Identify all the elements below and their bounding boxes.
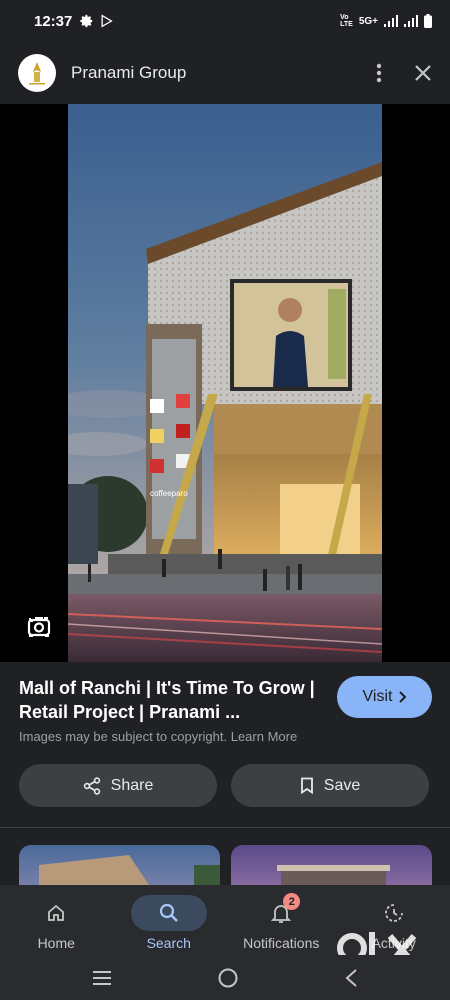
nav-search-label: Search xyxy=(146,935,191,951)
status-time: 12:37 xyxy=(34,12,73,30)
nav-home-label: Home xyxy=(37,935,75,951)
nav-notifications[interactable]: 2 Notifications xyxy=(225,885,338,955)
more-vert-icon[interactable] xyxy=(376,63,382,83)
back-icon[interactable] xyxy=(344,968,358,988)
settings-icon xyxy=(80,14,93,28)
share-label: Share xyxy=(110,776,154,794)
activity-icon xyxy=(384,904,403,922)
nav-search[interactable]: Search xyxy=(113,885,226,955)
source-header: Pranami Group xyxy=(0,42,450,104)
battery-icon xyxy=(424,14,432,28)
save-button[interactable]: Save xyxy=(231,764,429,807)
nav-notifications-label: Notifications xyxy=(243,935,320,951)
mall-building-image: coffeeparo xyxy=(68,104,382,662)
volte-icon: Vo LTE xyxy=(340,14,353,28)
system-navigation xyxy=(0,955,450,1000)
copyright-notice[interactable]: Images may be subject to copyright. Lear… xyxy=(19,729,297,744)
image-preview: coffeeparo xyxy=(0,104,450,662)
visit-button[interactable]: Visit xyxy=(337,676,432,718)
share-icon xyxy=(83,776,100,795)
recents-menu-icon[interactable] xyxy=(92,970,112,986)
home-circle-icon[interactable] xyxy=(217,967,239,989)
chevron-right-icon xyxy=(399,691,407,703)
pranami-logo-icon xyxy=(29,62,45,85)
signal-icon xyxy=(384,15,398,27)
share-button[interactable]: Share xyxy=(19,764,217,807)
related-image-thumbnail[interactable] xyxy=(19,845,220,885)
visit-label: Visit xyxy=(362,688,393,705)
play-store-icon xyxy=(101,14,114,28)
save-label: Save xyxy=(323,776,361,794)
site-name[interactable]: Pranami Group xyxy=(71,63,186,83)
result-info: Mall of Ranchi | It's Time To Grow | Ret… xyxy=(0,662,450,827)
home-icon xyxy=(48,904,65,921)
related-images xyxy=(19,845,432,885)
nav-home[interactable]: Home xyxy=(0,885,113,955)
search-icon xyxy=(159,903,178,922)
mall-photo[interactable]: coffeeparo xyxy=(68,104,382,662)
google-lens-icon[interactable] xyxy=(24,612,54,642)
status-bar: 12:37 Vo LTE 5G+ xyxy=(0,0,450,42)
related-image-thumbnail[interactable] xyxy=(231,845,432,885)
bookmark-icon xyxy=(300,777,313,794)
network-type: 5G+ xyxy=(358,15,378,27)
divider xyxy=(0,827,450,828)
site-logo[interactable] xyxy=(18,54,56,92)
result-title[interactable]: Mall of Ranchi | It's Time To Grow | Ret… xyxy=(19,676,324,724)
storefront-sign: coffeeparo xyxy=(150,489,188,498)
signal-icon xyxy=(404,15,418,27)
close-icon[interactable] xyxy=(414,64,432,82)
